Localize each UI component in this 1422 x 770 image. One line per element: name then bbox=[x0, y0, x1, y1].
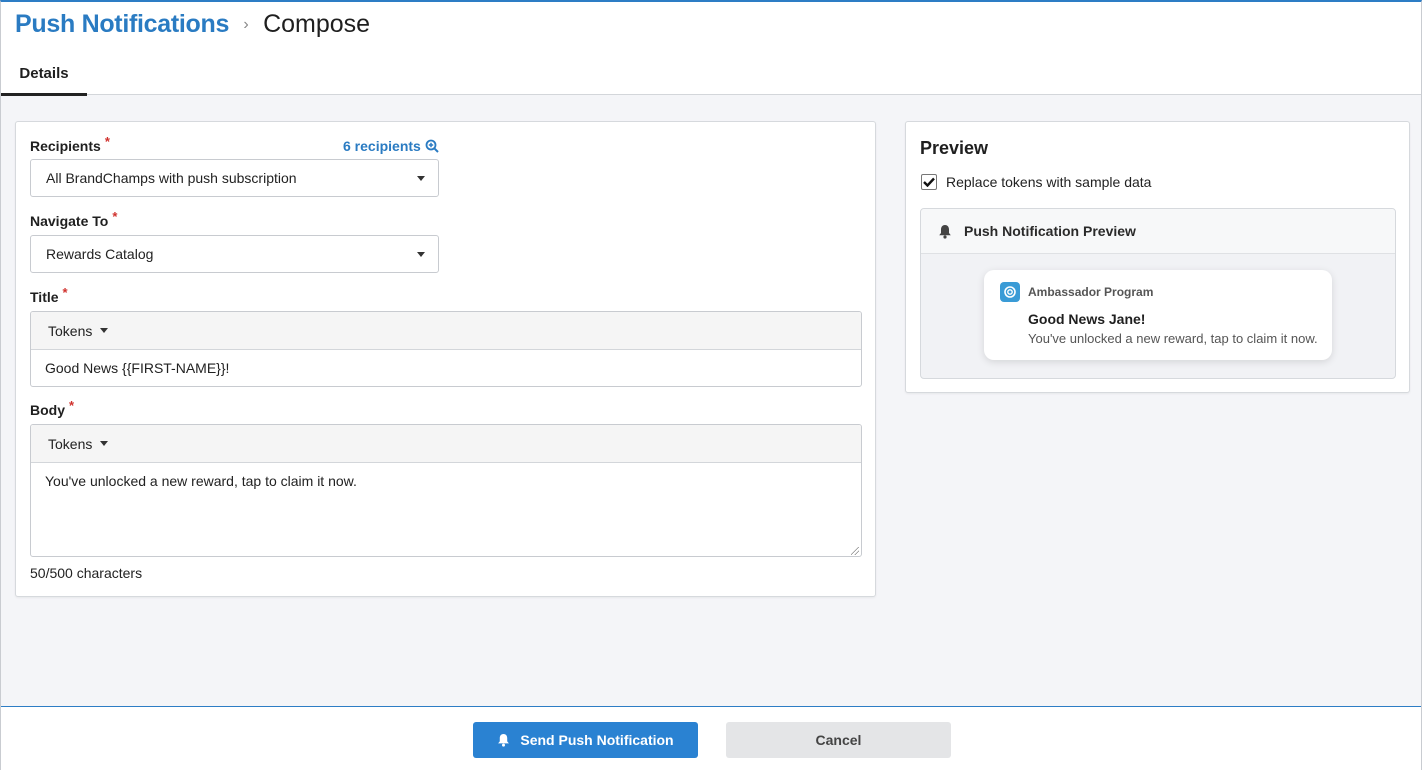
bell-icon bbox=[498, 733, 510, 747]
breadcrumb-push-notifications-link[interactable]: Push Notifications bbox=[15, 10, 229, 39]
push-preview-header: Push Notification Preview bbox=[921, 209, 1395, 254]
title-label-text: Title bbox=[30, 289, 59, 305]
character-counter: 50/500 characters bbox=[30, 565, 143, 581]
breadcrumb: Push Notifications › Compose bbox=[15, 10, 370, 39]
tab-details[interactable]: Details bbox=[1, 54, 87, 96]
resize-handle-icon[interactable] bbox=[851, 547, 859, 555]
notification-title: Good News Jane! bbox=[1028, 311, 1146, 327]
body-textarea-value: You've unlocked a new reward, tap to cla… bbox=[45, 473, 357, 489]
recipients-select[interactable]: All BrandChamps with push subscription bbox=[30, 159, 439, 197]
page-title: Compose bbox=[263, 10, 371, 38]
bell-icon bbox=[939, 224, 951, 239]
recipients-count-link[interactable]: 6 recipients bbox=[343, 138, 439, 154]
chevron-down-icon bbox=[417, 252, 425, 257]
push-preview-panel: Push Notification Preview Ambassador Pro… bbox=[920, 208, 1396, 379]
send-button-label: Send Push Notification bbox=[520, 732, 674, 748]
app-logo-icon bbox=[1000, 282, 1020, 302]
replace-tokens-option[interactable]: Replace tokens with sample data bbox=[921, 174, 1151, 190]
chevron-down-icon bbox=[417, 176, 425, 181]
send-push-notification-button[interactable]: Send Push Notification bbox=[473, 722, 698, 758]
app-frame: Push Notifications › Compose Details Rec… bbox=[0, 0, 1422, 770]
replace-tokens-checkbox[interactable] bbox=[921, 174, 937, 190]
cancel-button-label: Cancel bbox=[815, 732, 862, 748]
page-header: Push Notifications › Compose Details bbox=[1, 2, 1421, 96]
required-marker: * bbox=[112, 209, 118, 224]
checkmark-icon bbox=[923, 177, 935, 187]
caret-down-icon bbox=[100, 328, 109, 333]
navigate-to-label: Navigate To * bbox=[30, 209, 117, 229]
notification-app-row: Ambassador Program bbox=[1000, 282, 1153, 302]
recipients-label: Recipients * bbox=[30, 134, 110, 154]
caret-down-icon bbox=[100, 441, 109, 446]
zoom-in-icon bbox=[425, 139, 439, 153]
breadcrumb-separator-icon: › bbox=[243, 15, 249, 33]
preview-heading: Preview bbox=[920, 138, 989, 158]
tokens-label: Tokens bbox=[48, 435, 93, 452]
title-tokens-dropdown[interactable]: Tokens bbox=[48, 322, 109, 339]
title-editor-toolbar: Tokens bbox=[31, 312, 861, 350]
body-editor-toolbar: Tokens bbox=[31, 425, 861, 463]
required-marker: * bbox=[62, 285, 68, 300]
preview-card: Preview Replace tokens with sample data … bbox=[905, 121, 1410, 393]
title-editor: Tokens Good News {{FIRST-NAME}}! bbox=[30, 311, 862, 387]
recipients-select-value: All BrandChamps with push subscription bbox=[46, 170, 297, 186]
compose-form-card: Recipients * 6 recipients All BrandChamps… bbox=[15, 121, 876, 597]
navigate-to-select-value: Rewards Catalog bbox=[46, 246, 154, 262]
notification-card: Ambassador Program Good News Jane! You'v… bbox=[984, 270, 1332, 360]
action-footer: Send Push Notification Cancel bbox=[1, 706, 1421, 770]
notification-body: You've unlocked a new reward, tap to cla… bbox=[1028, 331, 1318, 346]
replace-tokens-label: Replace tokens with sample data bbox=[946, 174, 1152, 190]
tokens-label: Tokens bbox=[48, 322, 93, 339]
recipients-label-text: Recipients bbox=[30, 138, 101, 154]
body-tokens-dropdown[interactable]: Tokens bbox=[48, 435, 109, 452]
cancel-button[interactable]: Cancel bbox=[726, 722, 951, 758]
notification-app-name: Ambassador Program bbox=[1028, 285, 1154, 299]
navigate-to-select[interactable]: Rewards Catalog bbox=[30, 235, 439, 273]
push-preview-title: Push Notification Preview bbox=[964, 223, 1136, 239]
title-input[interactable]: Good News {{FIRST-NAME}}! bbox=[31, 350, 861, 386]
title-label: Title * bbox=[30, 285, 68, 305]
required-marker: * bbox=[104, 134, 110, 149]
recipients-count-text: 6 recipients bbox=[343, 138, 421, 154]
body-editor: Tokens You've unlocked a new reward, tap… bbox=[30, 424, 862, 557]
navigate-to-label-text: Navigate To bbox=[30, 213, 109, 229]
body-textarea[interactable]: You've unlocked a new reward, tap to cla… bbox=[31, 463, 861, 556]
body-label-text: Body bbox=[30, 402, 65, 418]
required-marker: * bbox=[69, 398, 75, 413]
body-label: Body * bbox=[30, 398, 74, 418]
